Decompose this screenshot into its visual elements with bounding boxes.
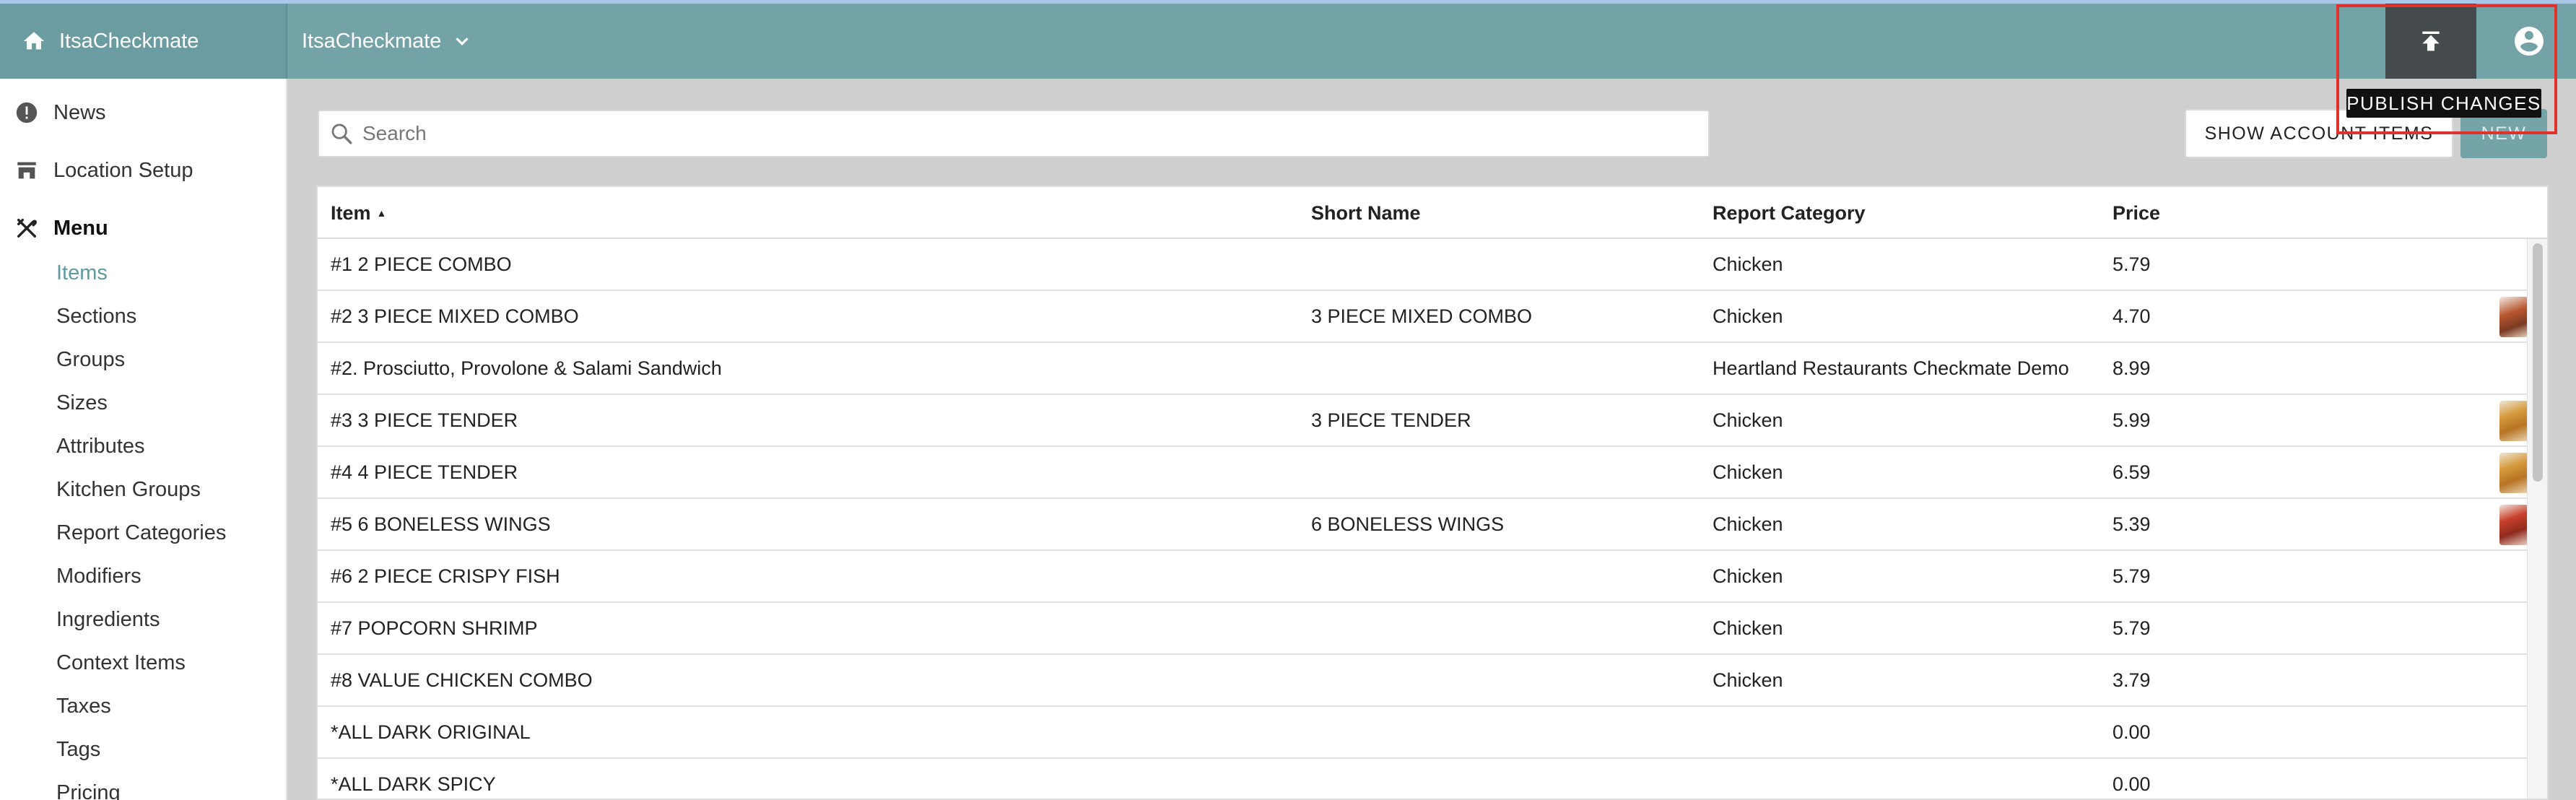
- cell-item: #2. Prosciutto, Provolone & Salami Sandw…: [331, 357, 722, 379]
- table-row[interactable]: #1 2 PIECE COMBO Chicken 5.79: [318, 239, 2527, 291]
- cell-item: *ALL DARK ORIGINAL: [331, 721, 531, 743]
- sidebar-item-news[interactable]: News: [14, 100, 106, 125]
- cell-price: 5.39: [2112, 513, 2151, 535]
- scrollbar-thumb[interactable]: [2533, 243, 2543, 482]
- column-header-label: Item: [331, 201, 371, 224]
- sidebar-item-modifiers[interactable]: Modifiers: [56, 565, 142, 588]
- sidebar-item-attributes[interactable]: Attributes: [56, 435, 145, 458]
- cell-item: #8 VALUE CHICKEN COMBO: [331, 669, 593, 691]
- account-circle-icon: [2515, 27, 2544, 56]
- cell-report-category: Chicken: [1713, 305, 1783, 327]
- column-header-report-category[interactable]: Report Category: [1713, 187, 1866, 239]
- cell-item: #7 POPCORN SHRIMP: [331, 617, 538, 639]
- sidebar-item-groups[interactable]: Groups: [56, 348, 125, 372]
- cell-item: #2 3 PIECE MIXED COMBO: [331, 305, 579, 327]
- cell-report-category: Chicken: [1713, 669, 1783, 691]
- table-row[interactable]: #2 3 PIECE MIXED COMBO 3 PIECE MIXED COM…: [318, 291, 2528, 343]
- location-name: ItsaCheckmate: [302, 29, 442, 53]
- column-header-price[interactable]: Price: [2112, 187, 2160, 239]
- table-row[interactable]: #8 VALUE CHICKEN COMBO Chicken 3.79: [318, 655, 2527, 707]
- sidebar-item-label: Location Setup: [53, 158, 193, 182]
- main-content: SHOW ACCOUNT ITEMS NEW Item ▲ Short Name…: [289, 79, 2576, 800]
- sidebar-item-taxes[interactable]: Taxes: [56, 695, 111, 718]
- sidebar-item-ingredients[interactable]: Ingredients: [56, 608, 160, 632]
- cell-report-category: Chicken: [1713, 617, 1783, 639]
- search-input[interactable]: [362, 122, 1662, 145]
- app-window: ItsaCheckmate ItsaCheckmate PUBLISH CHAN…: [0, 0, 2576, 800]
- cell-short-name: 6 BONELESS WINGS: [1311, 513, 1505, 535]
- store-icon: [17, 162, 36, 179]
- cell-price: 6.59: [2112, 461, 2151, 483]
- cell-item: #5 6 BONELESS WINGS: [331, 513, 551, 535]
- search-box: [318, 110, 1710, 157]
- column-header-item[interactable]: Item ▲: [331, 187, 386, 239]
- chevron-down-icon: [456, 38, 469, 45]
- brand-name: ItsaCheckmate: [59, 29, 199, 53]
- cell-price: 0.00: [2112, 721, 2151, 743]
- search-icon: [331, 123, 352, 144]
- sidebar-item-pricing[interactable]: Pricing: [56, 781, 121, 800]
- table-row[interactable]: #4 4 PIECE TENDER Chicken 6.59: [318, 447, 2528, 499]
- sidebar-item-report-categories[interactable]: Report Categories: [56, 521, 226, 545]
- cell-report-category: Chicken: [1713, 565, 1783, 587]
- alert-circle-icon: [16, 102, 38, 123]
- cell-report-category: Chicken: [1713, 513, 1783, 535]
- table-row[interactable]: #6 2 PIECE CRISPY FISH Chicken 5.79: [318, 551, 2527, 603]
- table-row[interactable]: *ALL DARK ORIGINAL 0.00: [318, 707, 2527, 759]
- table-row[interactable]: *ALL DARK SPICY 0.00: [318, 759, 2527, 799]
- item-thumbnail: [2499, 453, 2528, 493]
- table-header: Item ▲ Short Name Report Category Price: [318, 187, 2547, 239]
- cell-item: #4 4 PIECE TENDER: [331, 461, 518, 483]
- account-button[interactable]: [2498, 4, 2560, 79]
- cell-item: #1 2 PIECE COMBO: [331, 253, 512, 275]
- item-thumbnail: [2499, 297, 2528, 337]
- sidebar: News Location Setup Menu Items Sections …: [0, 79, 287, 800]
- items-table: Item ▲ Short Name Report Category Price …: [316, 186, 2549, 800]
- cell-item: #6 2 PIECE CRISPY FISH: [331, 565, 560, 587]
- cell-short-name: 3 PIECE MIXED COMBO: [1311, 305, 1533, 327]
- item-thumbnail: [2499, 505, 2528, 545]
- cell-short-name: 3 PIECE TENDER: [1311, 409, 1471, 431]
- item-thumbnail: [2499, 401, 2528, 441]
- cell-report-category: Heartland Restaurants Checkmate Demo: [1713, 357, 2069, 379]
- sidebar-item-kitchen-groups[interactable]: Kitchen Groups: [56, 478, 201, 502]
- location-selector[interactable]: ItsaCheckmate: [302, 4, 473, 79]
- sidebar-item-context-items[interactable]: Context Items: [56, 651, 186, 675]
- table-row[interactable]: #2. Prosciutto, Provolone & Salami Sandw…: [318, 343, 2527, 395]
- sidebar-item-sections[interactable]: Sections: [56, 305, 136, 329]
- cell-price: 5.79: [2112, 565, 2151, 587]
- cell-price: 4.70: [2112, 305, 2151, 327]
- cell-price: 8.99: [2112, 357, 2151, 379]
- home-icon: [23, 32, 45, 50]
- fork-knife-icon: [17, 218, 37, 238]
- cell-price: 5.99: [2112, 409, 2151, 431]
- sort-ascending-icon: ▲: [376, 207, 387, 219]
- cell-item: #3 3 PIECE TENDER: [331, 409, 518, 431]
- sidebar-item-items[interactable]: Items: [56, 261, 108, 285]
- cell-report-category: Chicken: [1713, 461, 1783, 483]
- column-header-short-name[interactable]: Short Name: [1311, 187, 1421, 239]
- sidebar-item-menu[interactable]: Menu: [14, 216, 108, 240]
- sidebar-item-tags[interactable]: Tags: [56, 738, 100, 762]
- cell-price: 5.79: [2112, 617, 2151, 639]
- sidebar-item-label: News: [53, 100, 106, 124]
- sidebar-item-sizes[interactable]: Sizes: [56, 391, 108, 415]
- sidebar-item-location-setup[interactable]: Location Setup: [14, 158, 193, 183]
- cell-price: 0.00: [2112, 773, 2151, 795]
- table-row[interactable]: #7 POPCORN SHRIMP Chicken 5.79: [318, 603, 2527, 655]
- publish-changes-tooltip: PUBLISH CHANGES: [2346, 89, 2541, 118]
- table-row[interactable]: #5 6 BONELESS WINGS 6 BONELESS WINGS Chi…: [318, 499, 2528, 551]
- cell-price: 3.79: [2112, 669, 2151, 691]
- publish-changes-button[interactable]: [2385, 4, 2476, 79]
- cell-price: 5.79: [2112, 253, 2151, 275]
- table-scrollbar[interactable]: [2527, 239, 2547, 799]
- cell-report-category: Chicken: [1713, 409, 1783, 431]
- sidebar-item-label: Menu: [53, 216, 108, 240]
- top-header: ItsaCheckmate ItsaCheckmate: [0, 4, 2576, 79]
- publish-upload-icon: [2422, 31, 2440, 51]
- table-row[interactable]: #3 3 PIECE TENDER 3 PIECE TENDER Chicken…: [318, 395, 2528, 447]
- cell-report-category: Chicken: [1713, 253, 1783, 275]
- cell-item: *ALL DARK SPICY: [331, 773, 496, 795]
- brand-home-link[interactable]: ItsaCheckmate: [0, 4, 287, 79]
